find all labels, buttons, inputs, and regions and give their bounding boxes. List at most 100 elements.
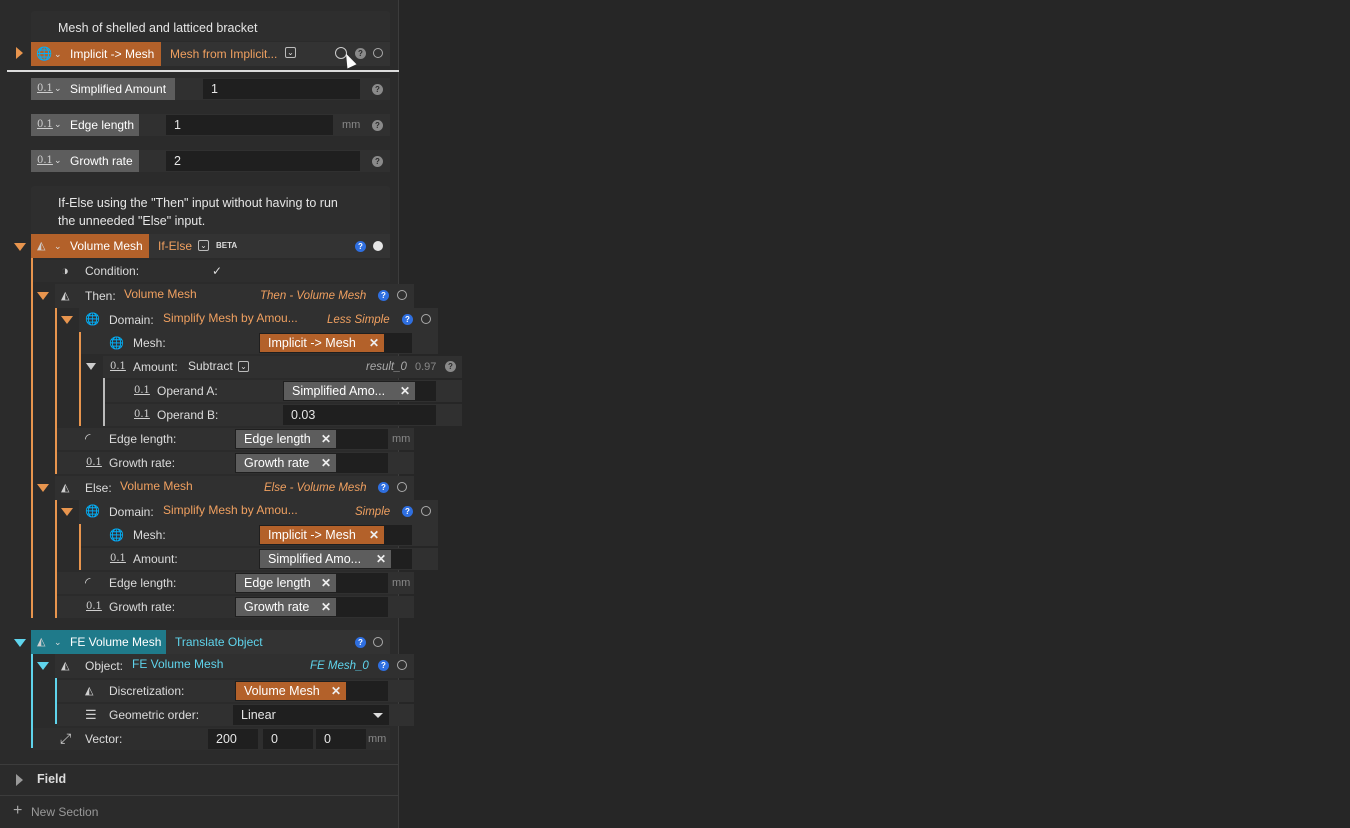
else-amount-chip[interactable]: Simplified Amo... ✕ <box>260 550 391 568</box>
number-01-icon: 0.1 <box>37 119 53 130</box>
growth-rate-label: Growth rate <box>70 154 133 168</box>
collapse-arrow-icon[interactable] <box>14 243 26 251</box>
edge-length-input[interactable]: 1 <box>166 115 333 135</box>
collapse-arrow-icon[interactable] <box>37 292 49 300</box>
then-mesh-chip[interactable]: Implicit -> Mesh ✕ <box>260 334 384 352</box>
dropdown-caret-icon[interactable] <box>373 713 383 718</box>
status-ring-icon[interactable] <box>373 48 383 58</box>
edge-length-tag[interactable]: 0.1 ⌄ Edge length <box>31 114 139 136</box>
collapse-arrow-icon[interactable] <box>61 508 73 516</box>
remove-icon[interactable]: ✕ <box>321 430 331 448</box>
remove-icon[interactable]: ✕ <box>369 526 379 544</box>
help-icon[interactable]: ? <box>355 48 366 59</box>
volume-mesh-tag[interactable]: ◭ ⌄ Volume Mesh <box>31 234 149 258</box>
help-icon[interactable]: ? <box>372 120 383 131</box>
then-domain-label: Domain: <box>109 313 154 327</box>
collapse-arrow-icon[interactable] <box>37 662 49 670</box>
vector-y-input[interactable]: 0 <box>263 729 313 749</box>
collapse-arrow-icon[interactable] <box>61 316 73 324</box>
then-domain-subtitle: Less Simple <box>327 314 390 326</box>
tetrahedron-icon: ◭ <box>61 482 70 494</box>
expand-arrow-icon[interactable] <box>16 774 23 786</box>
status-ring-icon[interactable] <box>397 660 407 670</box>
volume-mesh-bar <box>31 258 33 618</box>
operand-a-chip[interactable]: Simplified Amo... ✕ <box>284 382 415 400</box>
volume-mesh-title: If-Else <box>158 239 193 253</box>
help-icon[interactable]: ? <box>378 660 389 671</box>
new-section-label: New Section <box>31 805 99 819</box>
else-mesh-chip[interactable]: Implicit -> Mesh ✕ <box>260 526 384 544</box>
growth-rate-tag[interactable]: 0.1 ⌄ Growth rate <box>31 150 139 172</box>
op-dropdown-icon[interactable]: ⌄ <box>238 361 249 372</box>
growth-rate-input[interactable]: 2 <box>166 151 360 171</box>
object-title: FE Volume Mesh <box>132 657 224 671</box>
help-icon[interactable]: ? <box>372 84 383 95</box>
expand-arrow-icon[interactable] <box>16 47 23 59</box>
operand-b-input[interactable]: 0.03 <box>283 405 436 425</box>
note-card[interactable]: If-Else using the "Then" input without h… <box>31 186 390 234</box>
implicit-mesh-tag[interactable]: 🌐 ⌄ Implicit -> Mesh <box>31 42 161 66</box>
else-label: Else: <box>85 481 112 495</box>
tetrahedron-icon: ◭ <box>61 290 70 302</box>
status-ring-icon[interactable] <box>397 482 407 492</box>
type-dropdown-icon[interactable]: ⌄ <box>198 240 209 251</box>
type-dropdown-icon[interactable]: ⌄ <box>285 47 296 58</box>
remove-icon[interactable]: ✕ <box>400 382 410 400</box>
geometric-order-select[interactable]: Linear <box>233 705 389 725</box>
remove-icon[interactable]: ✕ <box>321 598 331 616</box>
number-01-icon: 0.1 <box>110 361 126 372</box>
else-domain-label: Domain: <box>109 505 154 519</box>
implicit-mesh-title: Mesh from Implicit... <box>170 47 278 61</box>
remove-icon[interactable]: ✕ <box>369 334 379 352</box>
help-icon[interactable]: ? <box>355 241 366 252</box>
simplified-amount-tag[interactable]: 0.1 ⌄ Simplified Amount <box>31 78 175 100</box>
collapse-arrow-icon[interactable] <box>86 363 96 370</box>
vector-unit: mm <box>368 733 387 745</box>
then-growth-chip[interactable]: Growth rate ✕ <box>236 454 336 472</box>
chip-label: Simplified Amo... <box>268 552 362 566</box>
help-icon[interactable]: ? <box>445 361 456 372</box>
remove-icon[interactable]: ✕ <box>331 682 341 700</box>
new-section-button[interactable]: + New Section <box>0 795 398 828</box>
then-edge-label: Edge length: <box>109 432 177 446</box>
else-title: Volume Mesh <box>120 479 193 493</box>
status-ring-icon[interactable] <box>373 637 383 647</box>
field-section-label: Field <box>37 772 67 786</box>
help-icon[interactable]: ? <box>402 506 413 517</box>
remove-icon[interactable]: ✕ <box>321 574 331 592</box>
status-ring-icon[interactable] <box>421 506 431 516</box>
else-growth-label: Growth rate: <box>109 600 176 614</box>
collapse-arrow-icon[interactable] <box>37 484 49 492</box>
chevron-down-icon: ⌄ <box>54 119 62 129</box>
remove-icon[interactable]: ✕ <box>321 454 331 472</box>
note-card[interactable]: Mesh of shelled and latticed bracket <box>31 11 390 41</box>
vector-z-input[interactable]: 0 <box>316 729 366 749</box>
else-growth-chip[interactable]: Growth rate ✕ <box>236 598 336 616</box>
implicit-mesh-tag-label: Implicit -> Mesh <box>70 47 155 61</box>
help-icon[interactable]: ? <box>402 314 413 325</box>
discretization-chip[interactable]: Volume Mesh ✕ <box>236 682 346 700</box>
status-ring-icon[interactable] <box>421 314 431 324</box>
else-edge-chip[interactable]: Edge length ✕ <box>236 574 336 592</box>
vector-x-input[interactable]: 200 <box>208 729 258 749</box>
number-01-icon: 0.1 <box>110 553 126 564</box>
fe-volume-mesh-tag[interactable]: ◭ ⌄ FE Volume Mesh <box>31 630 166 654</box>
then-growth-label: Growth rate: <box>109 456 176 470</box>
status-ring-icon[interactable] <box>373 241 383 251</box>
field-section[interactable]: Field <box>0 764 398 794</box>
help-icon[interactable]: ? <box>378 482 389 493</box>
remove-icon[interactable]: ✕ <box>376 550 386 568</box>
vector-label: Vector: <box>85 732 123 746</box>
help-icon[interactable]: ? <box>355 637 366 648</box>
viewport-canvas[interactable] <box>400 0 1350 828</box>
status-ring-icon[interactable] <box>397 290 407 300</box>
simplified-amount-input[interactable]: 1 <box>203 79 360 99</box>
then-edge-unit: mm <box>392 433 411 445</box>
then-edge-chip[interactable]: Edge length ✕ <box>236 430 336 448</box>
discretization-label: Discretization: <box>109 684 185 698</box>
collapse-arrow-icon[interactable] <box>14 639 26 647</box>
help-icon[interactable]: ? <box>372 156 383 167</box>
help-icon[interactable]: ? <box>378 290 389 301</box>
condition-checkbox[interactable]: ✓ <box>212 260 222 282</box>
edge-length-unit: mm <box>342 119 361 131</box>
